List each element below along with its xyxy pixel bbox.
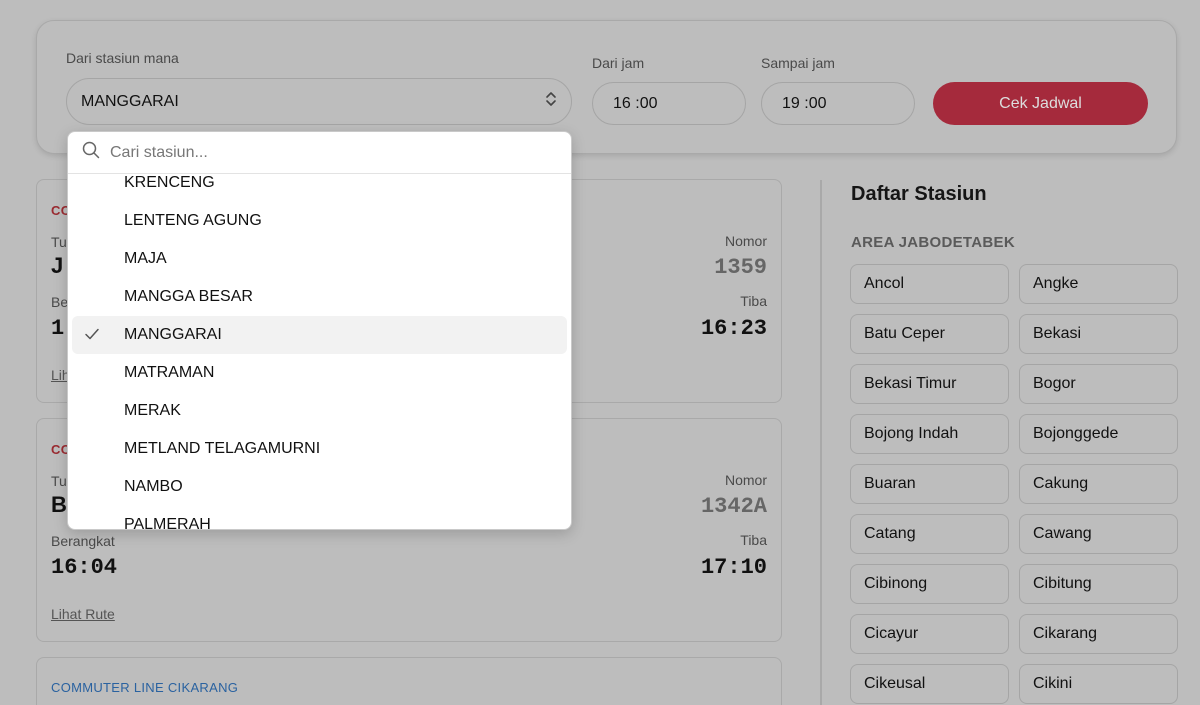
to-time-label: Sampai jam [761,55,835,71]
station-button[interactable]: Cikarang [1019,614,1178,654]
dropdown-option[interactable]: METLAND TELAGAMURNI [72,430,567,468]
route-link[interactable]: Lihat Rute [51,606,115,622]
depart-label: Berangkat [51,533,115,549]
station-button[interactable]: Bojong Indah [850,414,1009,454]
destination-label: Tu [51,234,67,250]
dropdown-list[interactable]: KRENCENG LENTENG AGUNG MAJA MANGGA BESAR MAN… [68,175,571,530]
station-button[interactable]: Bekasi Timur [850,364,1009,404]
dropdown-option[interactable]: KRENCENG [72,175,567,202]
dropdown-option-label: LENTENG AGUNG [124,212,262,229]
station-button[interactable]: Cikini [1019,664,1178,704]
dropdown-option-label: MANGGA BESAR [124,288,253,305]
station-search-input[interactable] [110,143,510,162]
from-time-label: Dari jam [592,55,645,71]
from-time-value: 16 :00 [613,94,658,112]
depart-time: 16:04 [51,555,118,580]
station-button[interactable]: Buaran [850,464,1009,504]
depart-time: 1 [51,316,65,341]
cek-jadwal-button[interactable]: Cek Jadwal [933,82,1148,125]
dropdown-option-label: MERAK [124,402,181,419]
station-button[interactable]: Bogor [1019,364,1178,404]
station-button[interactable]: Angke [1019,264,1178,304]
station-label: Dari stasiun mana [66,50,179,66]
train-number: 1359 [714,255,767,280]
station-dropdown: KRENCENG LENTENG AGUNG MAJA MANGGA BESAR MAN… [67,131,572,530]
number-label: Nomor [724,472,767,488]
station-button[interactable]: Cawang [1019,514,1178,554]
dropdown-option-label: PALMERAH [124,516,211,530]
arrive-time: 16:23 [700,316,767,341]
search-icon [82,141,100,164]
depart-label: Be [51,294,69,310]
arrive-label: Tiba [740,293,767,309]
dropdown-option-label: KRENCENG [124,175,215,191]
destination: J [51,253,64,278]
dropdown-option[interactable]: MANGGARAI [72,316,567,354]
station-button[interactable]: Cikeusal [850,664,1009,704]
dropdown-option[interactable]: LENTENG AGUNG [72,202,567,240]
arrive-label: Tiba [740,532,767,548]
station-button[interactable]: Cicayur [850,614,1009,654]
dropdown-option-label: MAJA [124,250,167,267]
station-button[interactable]: Cakung [1019,464,1178,504]
destination-label: Tu [51,473,67,489]
dropdown-search [68,132,571,174]
train-number: 1342A [700,494,767,519]
area-heading: AREA JABODETABEK [851,234,1015,251]
dropdown-option-label: MATRAMAN [124,364,215,381]
station-button[interactable]: Ancol [850,264,1009,304]
station-button[interactable]: Cibinong [850,564,1009,604]
check-icon [84,327,100,346]
dropdown-option[interactable]: MAJA [72,240,567,278]
schedule-card: COMMUTER LINE CIKARANG [36,657,782,705]
station-button[interactable]: Bekasi [1019,314,1178,354]
from-time-input[interactable]: 16 :00 [592,82,746,125]
station-button[interactable]: Bojonggede [1019,414,1178,454]
station-select-value: MANGGARAI [81,92,179,110]
dropdown-option[interactable]: MANGGA BESAR [72,278,567,316]
to-time-value: 19 :00 [782,94,827,112]
station-button[interactable]: Catang [850,514,1009,554]
dropdown-option[interactable]: PALMERAH [72,506,567,530]
arrive-time: 17:10 [700,555,767,580]
dropdown-option[interactable]: MERAK [72,392,567,430]
station-list-title: Daftar Stasiun [851,183,987,205]
station-button[interactable]: Batu Ceper [850,314,1009,354]
number-label: Nomor [724,233,767,249]
dropdown-option-label: METLAND TELAGAMURNI [124,440,321,457]
dropdown-option[interactable]: MATRAMAN [72,354,567,392]
line-name: COMMUTER LINE CIKARANG [51,680,239,695]
chevron-up-down-icon [545,90,557,113]
to-time-input[interactable]: 19 :00 [761,82,915,125]
destination: B [51,492,67,517]
dropdown-option-label: MANGGARAI [124,326,222,343]
sidebar-divider [820,180,822,705]
station-button[interactable]: Cibitung [1019,564,1178,604]
dropdown-option-label: NAMBO [124,478,183,495]
station-select[interactable]: MANGGARAI [66,78,572,125]
dropdown-option[interactable]: NAMBO [72,468,567,506]
station-grid: Ancol Angke Batu Ceper Bekasi Bekasi Timur Bo… [850,264,1178,704]
